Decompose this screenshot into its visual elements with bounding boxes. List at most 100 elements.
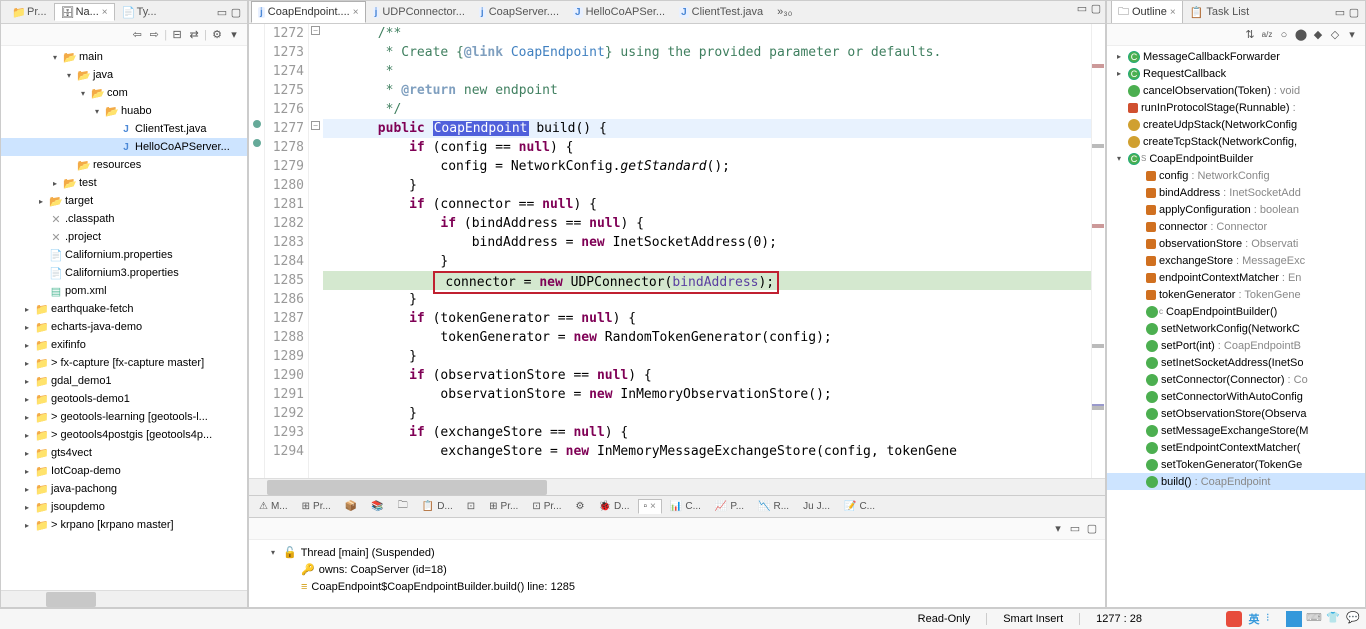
editor-tab[interactable]: jCoapServer.... <box>472 1 566 23</box>
ol-min-icon[interactable]: ▭ <box>1333 5 1347 19</box>
ed-minimize-icon[interactable]: ▭ <box>1075 1 1089 15</box>
outline-item[interactable]: setConnector(Connector) : Co <box>1107 371 1365 388</box>
debug-view-tab[interactable]: ⊞Pr... <box>296 499 337 514</box>
tree-node[interactable]: ▸📁exifinfo <box>1 336 247 354</box>
tree-node[interactable]: ▸📁> fx-capture [fx-capture master] <box>1 354 247 372</box>
outline-item[interactable]: ▸CRequestCallback <box>1107 65 1365 82</box>
outline-item[interactable]: config : NetworkConfig <box>1107 167 1365 184</box>
editor-scroll-h[interactable] <box>249 478 1105 495</box>
menu-icon[interactable]: ▾ <box>227 28 241 42</box>
outline-item[interactable]: ▸CMessageCallbackForwarder <box>1107 48 1365 65</box>
outline-item[interactable]: createUdpStack(NetworkConfig <box>1107 116 1365 133</box>
editor-tab[interactable]: JClientTest.java <box>672 1 770 23</box>
tab-tasklist[interactable]: 📋 Task List <box>1183 3 1257 22</box>
outline-item[interactable]: setTokenGenerator(TokenGe <box>1107 456 1365 473</box>
link-icon[interactable]: ⇄ <box>187 28 201 42</box>
outline-item[interactable]: setConnectorWithAutoConfig <box>1107 388 1365 405</box>
debug-view-tab[interactable]: ⚙ <box>570 499 591 514</box>
tree-node[interactable]: ▾📂main <box>1 48 247 66</box>
dbg-min-icon[interactable]: ▭ <box>1068 522 1082 536</box>
az-icon[interactable]: a/z <box>1260 28 1274 42</box>
editor-tab[interactable]: jCoapEndpoint....× <box>251 1 366 23</box>
tree-node[interactable]: ▸📁geotools-demo1 <box>1 390 247 408</box>
tree-node[interactable]: JClientTest.java <box>1 120 247 138</box>
code-area[interactable]: /** * Create {@link CoapEndpoint} using … <box>323 24 1091 478</box>
ol-max-icon[interactable]: ▢ <box>1347 5 1361 19</box>
overview-ruler[interactable] <box>1091 24 1105 478</box>
tab-types[interactable]: 📄Ty... <box>115 3 164 21</box>
more-tabs[interactable]: »₃₀ <box>770 1 799 23</box>
tab-navigator[interactable]: 🗄Na...× <box>54 3 115 21</box>
tree-node[interactable]: ▾📂com <box>1 84 247 102</box>
tree-node[interactable]: ▤pom.xml <box>1 282 247 300</box>
tree-node[interactable]: ▸📁IotCoap-demo <box>1 462 247 480</box>
outline-item[interactable]: createTcpStack(NetworkConfig, <box>1107 133 1365 150</box>
hide-local-icon[interactable]: ◇ <box>1328 28 1342 42</box>
tree-node[interactable]: ▸📁gdal_demo1 <box>1 372 247 390</box>
outline-item[interactable]: setNetworkConfig(NetworkC <box>1107 320 1365 337</box>
debug-view-tab[interactable]: ⊡Pr... <box>526 499 567 514</box>
outline-item[interactable]: exchangeStore : MessageExc <box>1107 252 1365 269</box>
hide-static-icon[interactable]: ⬤ <box>1294 28 1308 42</box>
outline-item[interactable]: connector : Connector <box>1107 218 1365 235</box>
stack-frame[interactable]: ≡CoapEndpoint$CoapEndpointBuilder.build(… <box>257 578 1097 595</box>
tab-outline[interactable]: 🗀 Outline × <box>1111 1 1183 24</box>
tree-node[interactable]: JHelloCoAPServer... <box>1 138 247 156</box>
tree-node[interactable]: ▾📂huabo <box>1 102 247 120</box>
editor-tab[interactable]: jUDPConnector... <box>366 1 472 23</box>
maximize-icon[interactable]: ▢ <box>229 5 243 19</box>
tree-node[interactable]: 📄Californium3.properties <box>1 264 247 282</box>
outline-item[interactable]: tokenGenerator : TokenGene <box>1107 286 1365 303</box>
tree-node[interactable]: ▸📂target <box>1 192 247 210</box>
outline-item[interactable]: runInProtocolStage(Runnable) : <box>1107 99 1365 116</box>
tree-node[interactable]: ▸📁echarts-java-demo <box>1 318 247 336</box>
collapse-all-icon[interactable]: ⊟ <box>170 28 184 42</box>
project-tree[interactable]: ▾📂main▾📂java▾📂com▾📂huaboJClientTest.java… <box>1 46 247 590</box>
debug-view-tab[interactable]: JuJ... <box>797 499 836 514</box>
outline-item[interactable]: endpointContextMatcher : En <box>1107 269 1365 286</box>
stack-frame[interactable]: ▾🔓Thread [main] (Suspended) <box>257 544 1097 561</box>
tree-node[interactable]: ✕.project <box>1 228 247 246</box>
back-icon[interactable]: ⇦ <box>130 28 144 42</box>
stack-frame[interactable]: 🔑owns: CoapServer (id=18) <box>257 561 1097 578</box>
debug-view-tab[interactable]: ⊡ <box>461 499 481 514</box>
debug-view-tab[interactable]: 📈P... <box>709 499 750 514</box>
debug-view-tab[interactable]: 📦 <box>339 499 363 514</box>
tree-node[interactable]: ▸📂test <box>1 174 247 192</box>
close-icon[interactable]: × <box>102 7 108 18</box>
debug-view-tab[interactable]: 📋D... <box>416 499 459 514</box>
tree-node[interactable]: ▸📁> krpano [krpano master] <box>1 516 247 534</box>
debug-view-tab[interactable]: ⊞Pr... <box>483 499 524 514</box>
dbg-max-icon[interactable]: ▢ <box>1085 522 1099 536</box>
debug-view-tab[interactable]: 🗀 <box>392 496 414 517</box>
tree-node[interactable]: ▸📁> geotools-learning [geotools-l... <box>1 408 247 426</box>
tree-node[interactable]: ▸📁> geotools4postgis [geotools4p... <box>1 426 247 444</box>
hide-nonpub-icon[interactable]: ◆ <box>1311 28 1325 42</box>
debug-view-tab[interactable]: ▫ × <box>638 499 662 514</box>
outline-item[interactable]: cCoapEndpointBuilder() <box>1107 303 1365 320</box>
debug-view-tab[interactable]: 📉R... <box>752 499 795 514</box>
code-editor[interactable]: 1272127312741275127612771278127912801281… <box>249 24 1105 478</box>
tree-node[interactable]: 📄Californium.properties <box>1 246 247 264</box>
outline-item[interactable]: bindAddress : InetSocketAdd <box>1107 184 1365 201</box>
tree-node[interactable]: ▸📁jsoupdemo <box>1 498 247 516</box>
sidebar-scroll-h[interactable] <box>1 590 247 607</box>
outline-item[interactable]: cancelObservation(Token) : void <box>1107 82 1365 99</box>
fold-column[interactable]: − − <box>309 24 323 478</box>
outline-item[interactable]: setPort(int) : CoapEndpointB <box>1107 337 1365 354</box>
outline-tree[interactable]: ▸CMessageCallbackForwarder▸CRequestCallb… <box>1107 46 1365 607</box>
filter-icon[interactable]: ⚙ <box>210 28 224 42</box>
tree-node[interactable]: ▾📂java <box>1 66 247 84</box>
outline-item[interactable]: observationStore : Observati <box>1107 235 1365 252</box>
hide-fields-icon[interactable]: ○ <box>1277 28 1291 42</box>
tree-node[interactable]: ▸📁gts4vect <box>1 444 247 462</box>
outline-item[interactable]: build() : CoapEndpoint <box>1107 473 1365 490</box>
ed-maximize-icon[interactable]: ▢ <box>1089 1 1103 15</box>
debug-view-tab[interactable]: 📊C... <box>664 499 707 514</box>
minimize-icon[interactable]: ▭ <box>215 5 229 19</box>
tree-node[interactable]: ▸📁java-pachong <box>1 480 247 498</box>
outline-item[interactable]: applyConfiguration : boolean <box>1107 201 1365 218</box>
outline-item[interactable]: setObservationStore(Observa <box>1107 405 1365 422</box>
close-icon[interactable]: × <box>1170 7 1176 18</box>
sort-icon[interactable]: ⇅ <box>1243 28 1257 42</box>
